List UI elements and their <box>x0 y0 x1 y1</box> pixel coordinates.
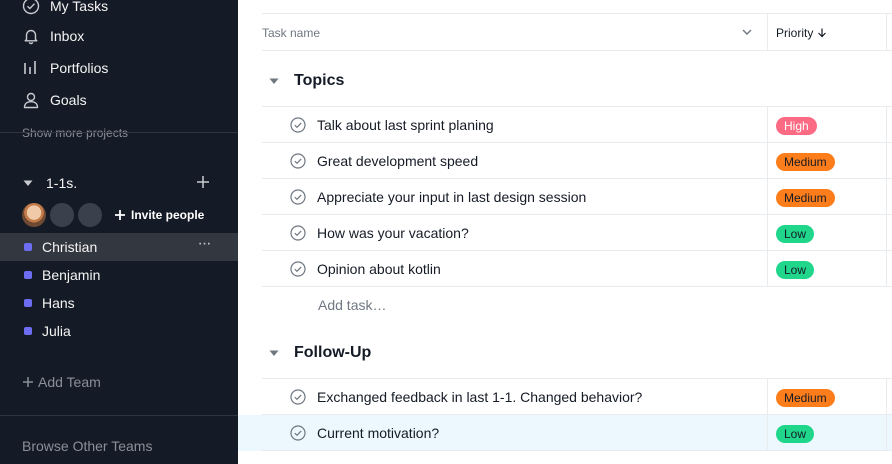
check-circle-icon[interactable] <box>290 389 306 405</box>
check-circle-icon[interactable] <box>290 425 306 441</box>
priority-badge[interactable]: Medium <box>776 389 835 407</box>
nav-label: Inbox <box>50 28 85 44</box>
task-name[interactable]: Talk about last sprint planing <box>317 117 494 133</box>
nav-label: My Tasks <box>50 0 109 14</box>
priority-badge[interactable]: Low <box>776 425 815 443</box>
divider <box>262 286 892 287</box>
nav-portfolios[interactable]: Portfolios <box>22 56 108 80</box>
task-row-selected[interactable]: Current motivation? Low <box>238 415 892 451</box>
sidebar-divider <box>0 415 238 416</box>
column-divider <box>886 14 887 50</box>
more-options-icon[interactable]: ··· <box>196 236 212 255</box>
nav-goals[interactable]: Goals <box>22 88 87 112</box>
chevron-down-icon[interactable] <box>741 26 753 38</box>
section-header-topics[interactable]: Topics <box>268 69 344 93</box>
task-row[interactable]: Talk about last sprint planing High <box>238 107 892 143</box>
member-name: Julia <box>42 323 71 339</box>
check-circle-icon[interactable] <box>290 225 306 241</box>
avatar-placeholder[interactable] <box>78 203 102 227</box>
task-name[interactable]: Opinion about kotlin <box>317 261 441 277</box>
plus-icon <box>115 210 125 220</box>
member-color-dot <box>24 299 32 307</box>
priority-badge[interactable]: Low <box>776 261 815 279</box>
plus-icon[interactable] <box>196 175 210 189</box>
priority-badge[interactable]: High <box>776 117 817 135</box>
column-divider <box>886 107 887 287</box>
avatar-placeholder[interactable] <box>50 203 74 227</box>
column-divider <box>767 107 768 287</box>
column-header-priority[interactable]: Priority <box>776 14 886 51</box>
team-name: 1-1s. <box>46 175 78 191</box>
task-row[interactable]: How was your vacation? Low <box>238 215 892 251</box>
check-circle-icon <box>22 0 40 15</box>
person-icon <box>23 92 39 109</box>
column-divider <box>767 14 768 50</box>
nav-label: Goals <box>50 92 87 108</box>
member-name: Benjamin <box>42 267 101 283</box>
priority-badge[interactable]: Medium <box>776 189 835 207</box>
check-circle-icon[interactable] <box>290 117 306 133</box>
task-list: Task name Priority Topics Talk about las… <box>238 0 892 464</box>
add-task-link[interactable]: Add task… <box>318 297 386 313</box>
task-name[interactable]: Appreciate your input in last design ses… <box>317 189 586 205</box>
add-team-button[interactable]: Add Team <box>22 374 101 390</box>
nav-label: Portfolios <box>50 60 109 76</box>
team-member-hans[interactable]: Hans <box>0 289 238 317</box>
task-row[interactable]: Opinion about kotlin Low <box>238 251 892 287</box>
caret-down-icon[interactable] <box>268 347 280 359</box>
section-title: Topics <box>294 72 345 89</box>
task-row[interactable]: Appreciate your input in last design ses… <box>238 179 892 215</box>
member-color-dot <box>24 327 32 335</box>
priority-badge[interactable]: Low <box>776 225 815 243</box>
check-circle-icon[interactable] <box>290 153 306 169</box>
column-divider <box>886 379 887 451</box>
browse-other-teams-link[interactable]: Browse Other Teams <box>22 438 152 454</box>
task-row[interactable]: Great development speed Medium <box>238 143 892 179</box>
caret-down-icon[interactable] <box>268 75 280 87</box>
task-name[interactable]: Current motivation? <box>317 425 439 441</box>
team-avatars: Invite people <box>22 203 204 227</box>
column-divider <box>767 379 768 451</box>
team-member-benjamin[interactable]: Benjamin <box>0 261 238 289</box>
member-name: Hans <box>42 295 75 311</box>
check-circle-icon[interactable] <box>290 189 306 205</box>
team-member-julia[interactable]: Julia <box>0 317 238 345</box>
show-more-projects-link[interactable]: Show more projects <box>22 126 128 140</box>
priority-badge[interactable]: Medium <box>776 153 835 171</box>
nav-inbox[interactable]: Inbox <box>22 24 84 48</box>
task-row[interactable]: Exchanged feedback in last 1-1. Changed … <box>238 379 892 415</box>
avatar[interactable] <box>22 203 46 227</box>
add-team-label: Add Team <box>38 374 101 390</box>
task-name[interactable]: How was your vacation? <box>317 225 469 241</box>
team-header[interactable]: 1-1s. <box>22 173 222 193</box>
task-name[interactable]: Great development speed <box>317 153 478 169</box>
bar-chart-icon <box>24 61 36 74</box>
team-member-christian[interactable]: Christian ··· <box>0 233 238 261</box>
invite-label: Invite people <box>131 208 205 222</box>
check-circle-icon[interactable] <box>290 261 306 277</box>
divider <box>262 450 892 451</box>
member-color-dot <box>24 271 32 279</box>
caret-down-icon[interactable] <box>22 177 42 189</box>
task-name[interactable]: Exchanged feedback in last 1-1. Changed … <box>317 389 642 405</box>
column-label: Task name <box>262 25 321 40</box>
bell-icon <box>24 29 38 45</box>
column-label: Priority <box>776 25 814 40</box>
invite-people-button[interactable]: Invite people <box>114 208 204 222</box>
section-header-follow-up[interactable]: Follow-Up <box>268 341 371 365</box>
nav-my-tasks[interactable]: My Tasks <box>22 0 108 18</box>
section-title: Follow-Up <box>294 344 372 361</box>
plus-icon <box>23 377 33 387</box>
column-header-task-name[interactable]: Task name <box>262 14 767 51</box>
sidebar-divider <box>0 132 238 133</box>
arrow-down-icon <box>818 28 827 37</box>
member-color-dot <box>24 243 32 251</box>
member-name: Christian <box>42 239 98 255</box>
sidebar: My Tasks Inbox Portfolios Goals Show mor… <box>0 0 238 464</box>
